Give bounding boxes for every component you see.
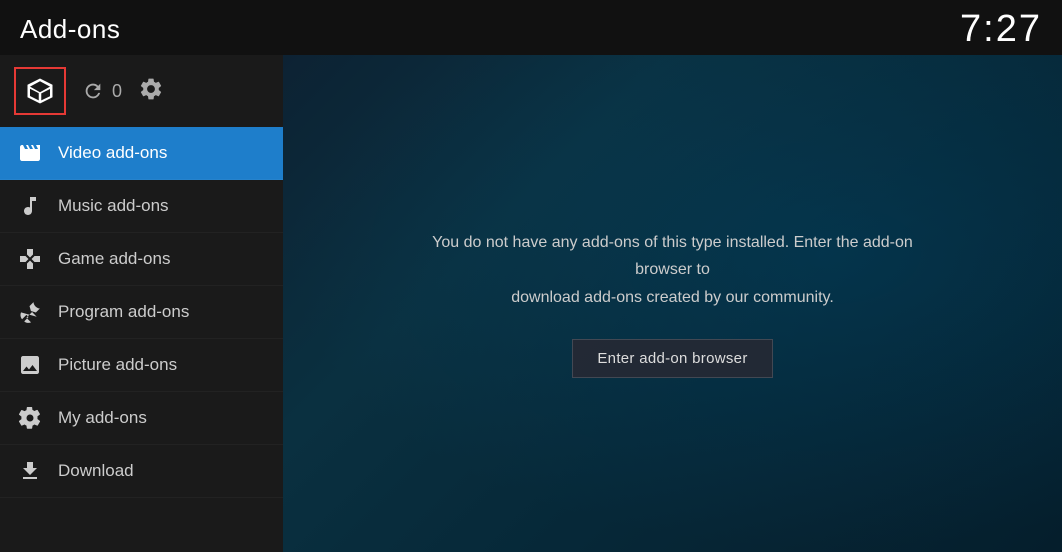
sidebar-item-picture-addons-label: Picture add-ons bbox=[58, 355, 177, 375]
sidebar: 0 Video add-ons Music a bbox=[0, 55, 283, 552]
clock: 7:27 bbox=[960, 8, 1042, 51]
sidebar-item-my-addons-label: My add-ons bbox=[58, 408, 147, 428]
nav-items: Video add-ons Music add-ons Game add-ons bbox=[0, 127, 283, 552]
enter-addon-browser-button[interactable]: Enter add-on browser bbox=[572, 339, 772, 378]
film-icon bbox=[18, 141, 42, 165]
sidebar-item-picture-addons[interactable]: Picture add-ons bbox=[0, 339, 283, 392]
sidebar-item-download[interactable]: Download bbox=[0, 445, 283, 498]
sidebar-item-music-addons-label: Music add-ons bbox=[58, 196, 169, 216]
sidebar-item-music-addons[interactable]: Music add-ons bbox=[0, 180, 283, 233]
sidebar-item-game-addons[interactable]: Game add-ons bbox=[0, 233, 283, 286]
sidebar-item-game-addons-label: Game add-ons bbox=[58, 249, 170, 269]
sidebar-item-program-addons[interactable]: Program add-ons bbox=[0, 286, 283, 339]
content-area: You do not have any add-ons of this type… bbox=[283, 55, 1062, 552]
empty-state-message: You do not have any add-ons of this type… bbox=[423, 229, 923, 311]
gamepad-icon bbox=[18, 247, 42, 271]
sidebar-item-my-addons[interactable]: My add-ons bbox=[0, 392, 283, 445]
wrench-icon bbox=[18, 300, 42, 324]
message-line2: download add-ons created by our communit… bbox=[511, 289, 834, 306]
addon-box-button[interactable] bbox=[14, 67, 66, 115]
refresh-icon bbox=[82, 80, 104, 102]
message-line1: You do not have any add-ons of this type… bbox=[432, 234, 913, 278]
app-header: Add-ons 7:27 bbox=[0, 0, 1062, 55]
sidebar-item-video-addons[interactable]: Video add-ons bbox=[0, 127, 283, 180]
sidebar-item-download-label: Download bbox=[58, 461, 134, 481]
box-icon bbox=[25, 76, 55, 106]
refresh-button[interactable]: 0 bbox=[82, 80, 122, 102]
main-layout: 0 Video add-ons Music a bbox=[0, 55, 1062, 552]
sidebar-item-program-addons-label: Program add-ons bbox=[58, 302, 189, 322]
sidebar-item-video-addons-label: Video add-ons bbox=[58, 143, 167, 163]
download-icon bbox=[18, 459, 42, 483]
settings-button[interactable] bbox=[138, 76, 164, 107]
music-icon bbox=[18, 194, 42, 218]
image-icon bbox=[18, 353, 42, 377]
page-title: Add-ons bbox=[20, 14, 120, 45]
gear-multi-icon bbox=[18, 406, 42, 430]
icon-bar: 0 bbox=[0, 55, 283, 127]
gear-icon bbox=[138, 76, 164, 102]
refresh-count: 0 bbox=[112, 81, 122, 102]
